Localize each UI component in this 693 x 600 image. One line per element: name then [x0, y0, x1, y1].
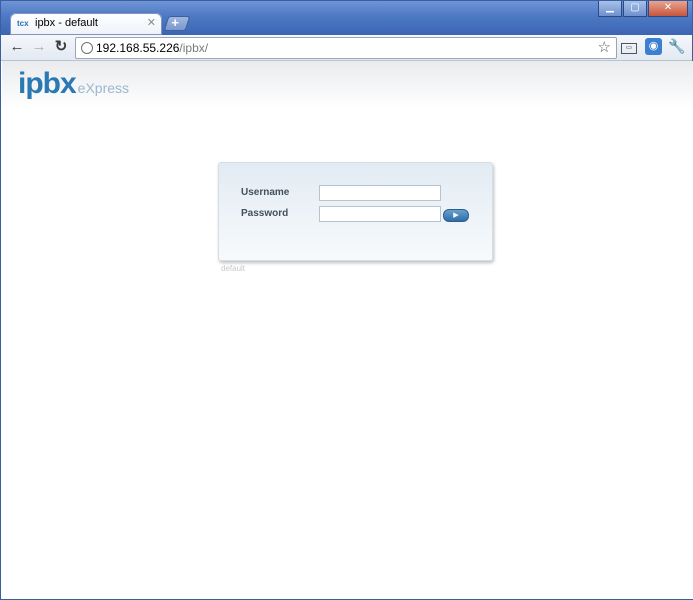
ipbx-logo: ipbx eXpress: [18, 67, 129, 101]
address-bar[interactable]: 192.168.55.226/ipbx/ ☆: [75, 37, 617, 59]
minimize-button[interactable]: ▁: [598, 1, 622, 17]
reload-icon[interactable]: ↻: [52, 38, 70, 56]
extension-icon[interactable]: ◉: [645, 38, 662, 55]
url-host: 192.168.55.226: [96, 41, 180, 55]
login-panel: Username Password ▶: [218, 162, 493, 261]
close-window-button[interactable]: ✕: [648, 1, 688, 17]
tab-close-icon[interactable]: ✕: [147, 16, 156, 29]
window-controls: ▁ ▢ ✕: [597, 1, 688, 17]
maximize-button[interactable]: ▢: [623, 1, 647, 17]
page-content: ipbx eXpress Username Password ▶ default: [2, 61, 693, 599]
password-field[interactable]: [319, 206, 441, 222]
browser-window: tcx ipbx - default ✕ + ▁ ▢ ✕ ← → ↻ 192.1…: [0, 0, 693, 600]
arrow-right-icon: ▶: [453, 212, 459, 219]
url-text: 192.168.55.226/ipbx/: [96, 41, 208, 55]
logo-sub-text: eXpress: [77, 80, 130, 96]
plus-icon: +: [171, 15, 179, 30]
url-path: /ipbx/: [179, 41, 209, 55]
browser-toolbar: ← → ↻ 192.168.55.226/ipbx/ ☆ ▭ ◉ 🔧: [1, 35, 692, 61]
new-tab-button[interactable]: +: [163, 15, 191, 31]
tab-favicon-icon: tcx: [17, 19, 29, 28]
password-label: Password: [241, 208, 289, 219]
instance-caption: default: [221, 264, 246, 273]
forward-arrow-icon[interactable]: →: [30, 38, 48, 56]
login-submit-button[interactable]: ▶: [443, 209, 469, 222]
wrench-icon[interactable]: 🔧: [668, 38, 685, 55]
browser-tab[interactable]: tcx ipbx - default ✕: [10, 13, 162, 35]
username-label: Username: [241, 187, 290, 198]
bookmark-star-icon[interactable]: ☆: [598, 38, 611, 56]
page-header: ipbx eXpress: [2, 61, 693, 109]
title-bar: tcx ipbx - default ✕ + ▁ ▢ ✕: [1, 1, 692, 35]
page-menu-icon[interactable]: ▭: [621, 43, 637, 54]
tab-title: ipbx - default: [35, 17, 98, 29]
globe-icon: [81, 42, 93, 54]
logo-main-text: ipbx: [18, 67, 77, 100]
back-arrow-icon[interactable]: ←: [8, 38, 26, 56]
username-field[interactable]: [319, 185, 441, 201]
